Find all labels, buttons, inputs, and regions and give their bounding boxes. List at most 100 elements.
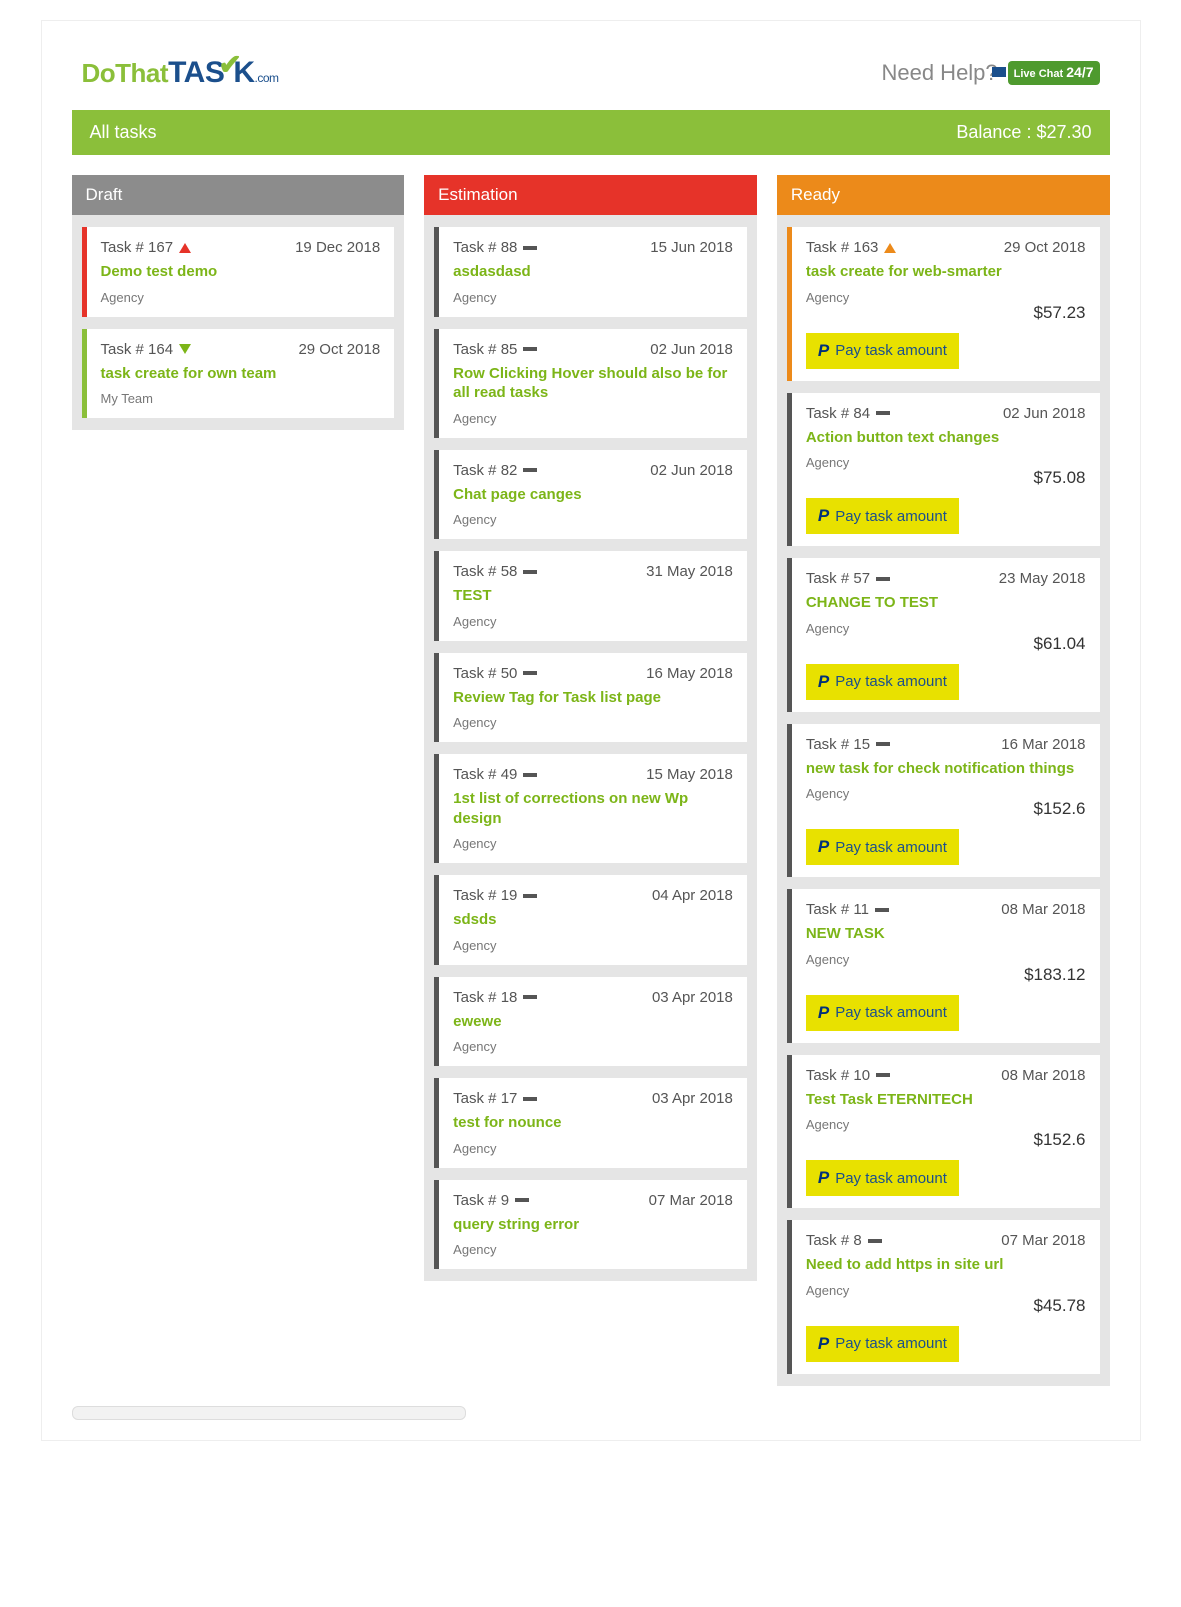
task-card[interactable]: Task # 807 Mar 2018 Need to add https in … [787,1220,1100,1374]
task-number: Task # 8 [806,1232,862,1249]
task-number: Task # 58 [453,563,517,580]
task-date: 04 Apr 2018 [652,887,733,904]
task-card[interactable]: Task # 5831 May 2018TESTAgency [434,551,747,641]
task-title[interactable]: task create for own team [101,364,381,384]
task-date: 15 Jun 2018 [650,239,733,256]
task-card[interactable]: Task # 8815 Jun 2018asdasdasdAgency [434,227,747,317]
task-title[interactable]: Review Tag for Task list page [453,688,733,708]
task-date: 02 Jun 2018 [650,462,733,479]
task-number-wrap: Task # 82 [453,462,537,479]
task-number-wrap: Task # 163 [806,239,897,256]
live-chat-badge[interactable]: Live Chat 24/7 [1008,61,1100,84]
task-date: 07 Mar 2018 [649,1192,733,1209]
task-price: $61.04 [806,634,1086,654]
task-title[interactable]: Test Task ETERNITECH [806,1090,1086,1110]
card-top: Task # 807 Mar 2018 [806,1232,1086,1249]
task-title[interactable]: query string error [453,1215,733,1235]
task-date: 31 May 2018 [646,563,733,580]
task-number-wrap: Task # 15 [806,736,890,753]
pay-task-button[interactable]: PPay task amount [806,333,959,369]
task-card[interactable]: Task # 15 16 Mar 2018 new task for check n… [787,724,1100,878]
task-title[interactable]: Chat page canges [453,485,733,505]
horizontal-scrollbar[interactable] [72,1406,466,1420]
task-card[interactable]: Task # 1108 Mar 2018NEW TASKAgency$183.1… [787,889,1100,1043]
task-card[interactable]: Task # 1803 Apr 2018eweweAgency [434,977,747,1067]
task-title[interactable]: TEST [453,586,733,606]
task-card[interactable]: Task # 8402 Jun 2018Action button text c… [787,393,1100,547]
task-number: Task # 50 [453,665,517,682]
task-card[interactable]: Task # 1904 Apr 2018sdsdsAgency [434,875,747,965]
card-top: Task # 16719 Dec 2018 [101,239,381,256]
task-number: Task # 84 [806,405,870,422]
task-number: Task # 85 [453,341,517,358]
task-title[interactable]: Need to add https in site url [806,1255,1086,1275]
task-date: 29 Oct 2018 [298,341,380,358]
column-header-estimation: Estimation [424,175,757,215]
pay-task-button[interactable]: PPay task amount [806,1160,959,1196]
pay-task-button[interactable]: PPay task amount [806,498,959,534]
task-card[interactable]: Task # 16429 Oct 2018task create for own… [82,329,395,419]
priority-bar-icon [523,773,537,777]
card-top: Task # 1803 Apr 2018 [453,989,733,1006]
column-header-draft: Draft [72,175,405,215]
task-date: 16 Mar 2018 [1001,736,1085,753]
task-assignee: Agency [101,290,381,305]
task-title[interactable]: ewewe [453,1012,733,1032]
pay-task-button[interactable]: PPay task amount [806,995,959,1031]
card-top: Task # 58 31 May 2018 [453,563,733,580]
pay-task-button[interactable]: PPay task amount [806,829,959,865]
header: DoThatTAS✔K.com Need Help? Live Chat 24/… [72,41,1110,110]
task-title[interactable]: test for nounce [453,1113,733,1133]
task-title[interactable]: 1st list of corrections on new Wp design [453,789,733,828]
task-assignee: Agency [453,715,733,730]
priority-bar-icon [523,347,537,351]
task-title[interactable]: Action button text changes [806,428,1086,448]
task-title[interactable]: NEW TASK [806,924,1086,944]
task-title[interactable]: Demo test demo [101,262,381,282]
task-date: 02 Jun 2018 [650,341,733,358]
card-top: Task # 85 02 Jun 2018 [453,341,733,358]
card-top: Task # 15 16 Mar 2018 [806,736,1086,753]
task-card[interactable]: Task # 85 02 Jun 2018 Row Clicking Hover s… [434,329,747,438]
task-card[interactable]: Task # 1703 Apr 2018test for nounceAgenc… [434,1078,747,1168]
task-title[interactable]: asdasdasd [453,262,733,282]
task-card[interactable]: Task # 907 Mar 2018query string errorAge… [434,1180,747,1270]
task-date: 03 Apr 2018 [652,1090,733,1107]
column-draft: Draft Task # 16719 Dec 2018 Demo test dem… [72,175,405,430]
task-date: 19 Dec 2018 [295,239,380,256]
pay-task-button[interactable]: PPay task amount [806,664,959,700]
task-price: $152.6 [806,1130,1086,1150]
paypal-icon: P [818,837,829,857]
task-card[interactable]: Task # 5723 May 2018CHANGE TO TESTAgency… [787,558,1100,712]
priority-up-icon [179,243,191,253]
task-title[interactable]: new task for check notification things [806,759,1086,779]
task-assignee: Agency [453,938,733,953]
task-title[interactable]: CHANGE TO TEST [806,593,1086,613]
task-number-wrap: Task # 85 [453,341,537,358]
logo-task: TAS [168,56,224,90]
pay-task-button[interactable]: PPay task amount [806,1326,959,1362]
task-assignee: Agency [453,1141,733,1156]
priority-bar-icon [876,577,890,581]
task-card[interactable]: Task # 4915 May 20181st list of correcti… [434,754,747,863]
task-card[interactable]: Task # 1008 Mar 2018Test Task ETERNITECH… [787,1055,1100,1209]
task-card[interactable]: Task # 16329 Oct 2018 task create for web… [787,227,1100,381]
pay-label: Pay task amount [835,342,947,359]
card-top: Task # 8815 Jun 2018 [453,239,733,256]
task-number-wrap: Task # 10 [806,1067,890,1084]
logo-k: K [233,56,254,90]
task-number: Task # 10 [806,1067,870,1084]
card-top: Task # 16329 Oct 2018 [806,239,1086,256]
task-card[interactable]: Task # 50 16 May 2018 Review Tag for Task … [434,653,747,743]
task-date: 16 May 2018 [646,665,733,682]
priority-bar-icon [515,1198,529,1202]
task-title[interactable]: task create for web-smarter [806,262,1086,282]
logo[interactable]: DoThatTAS✔K.com [82,56,279,90]
task-title[interactable]: Row Clicking Hover should also be for al… [453,364,733,403]
priority-bar-icon [523,246,537,250]
task-title[interactable]: sdsds [453,910,733,930]
task-card[interactable]: Task # 8202 Jun 2018Chat page cangesAgen… [434,450,747,540]
task-card[interactable]: Task # 16719 Dec 2018 Demo test demo Agenc… [82,227,395,317]
chat-big: 24/7 [1066,64,1093,80]
columns: Draft Task # 16719 Dec 2018 Demo test dem… [72,175,1110,1386]
